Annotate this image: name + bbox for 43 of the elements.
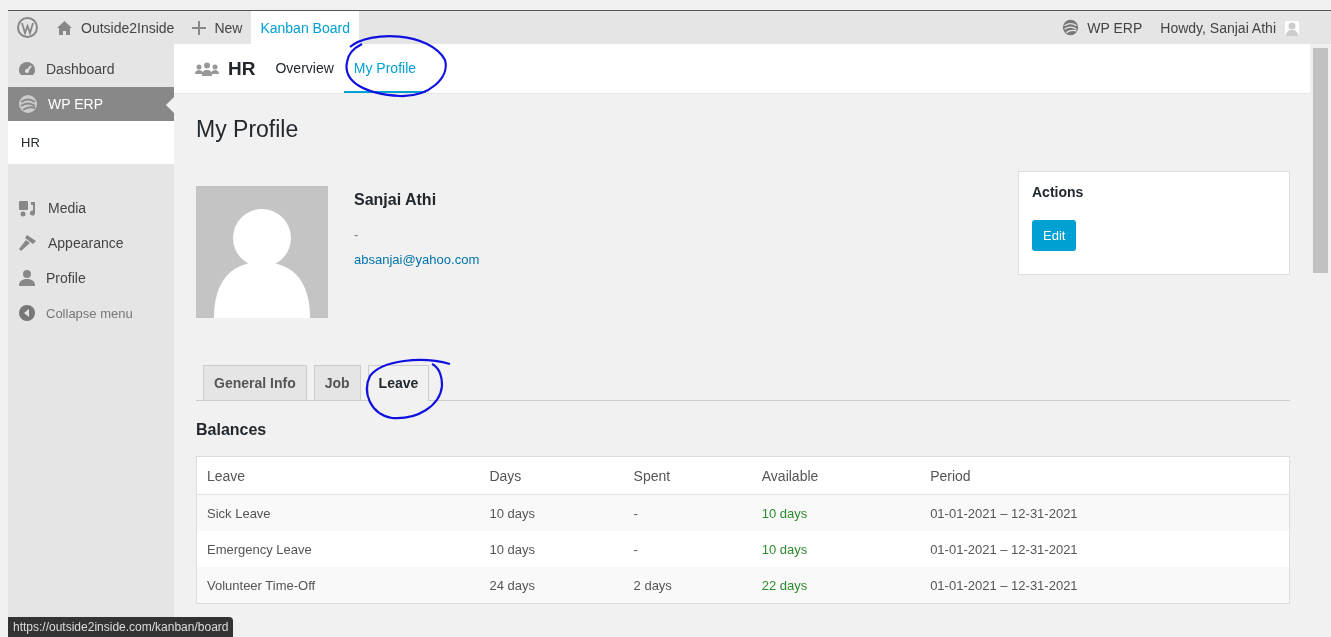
table-cell: -: [623, 494, 752, 531]
nav-tab[interactable]: Overview: [273, 44, 344, 93]
submenu-item[interactable]: HR: [8, 121, 174, 164]
section-heading: Balances: [196, 421, 268, 439]
table-cell: 10 days: [479, 494, 624, 531]
job-title: -: [354, 227, 360, 242]
table-cell: 24 days: [479, 567, 624, 604]
employee-name: Sanjai Athi: [354, 191, 438, 209]
table-cell: Sick Leave: [196, 494, 480, 531]
table-cell: 10 days: [751, 494, 921, 531]
page-title: My Profile: [196, 116, 300, 143]
column-header: Days: [479, 456, 624, 495]
status-url-tooltip: https://outside2inside.com/kanban/board: [8, 617, 234, 637]
table-cell: 2 days: [623, 567, 752, 604]
column-header: Spent: [623, 456, 752, 495]
profile-tab[interactable]: Leave: [367, 365, 430, 401]
site-name-link[interactable]: Outside2Inside: [47, 11, 184, 44]
column-header: Leave: [196, 456, 480, 495]
table-cell: 10 days: [479, 531, 624, 567]
table-cell: 10 days: [751, 531, 921, 567]
profile-tab[interactable]: Job: [313, 365, 361, 400]
sidebar-item[interactable]: Appearance: [8, 227, 174, 259]
sidebar-item[interactable]: WP ERP: [8, 87, 174, 121]
table-cell: Emergency Leave: [196, 531, 480, 567]
sidebar-item[interactable]: Collapse menu: [8, 297, 174, 329]
section-title: HR: [228, 57, 256, 80]
table-cell: 01-01-2021 – 12-31-2021: [920, 494, 1290, 531]
card-title: Actions: [1032, 184, 1085, 200]
table-cell: 22 days: [751, 567, 921, 604]
new-link[interactable]: New: [183, 11, 252, 44]
table-cell: 01-01-2021 – 12-31-2021: [920, 567, 1290, 604]
wp-erp-link[interactable]: WP ERP: [1053, 11, 1152, 44]
column-header: Available: [751, 456, 921, 495]
sidebar-item[interactable]: Profile: [8, 262, 174, 294]
profile-tab[interactable]: General Info: [203, 365, 307, 400]
account-link[interactable]: Howdy, Sanjai Athi: [1151, 11, 1309, 44]
table-cell: Volunteer Time-Off: [196, 567, 480, 604]
column-header: Period: [920, 456, 1290, 495]
email-link[interactable]: absanjai@yahoo.com: [354, 252, 480, 267]
sidebar-item[interactable]: Dashboard: [8, 54, 174, 84]
sidebar-item[interactable]: Media: [8, 192, 174, 224]
table-cell: -: [623, 531, 752, 567]
table-cell: 01-01-2021 – 12-31-2021: [920, 531, 1290, 567]
